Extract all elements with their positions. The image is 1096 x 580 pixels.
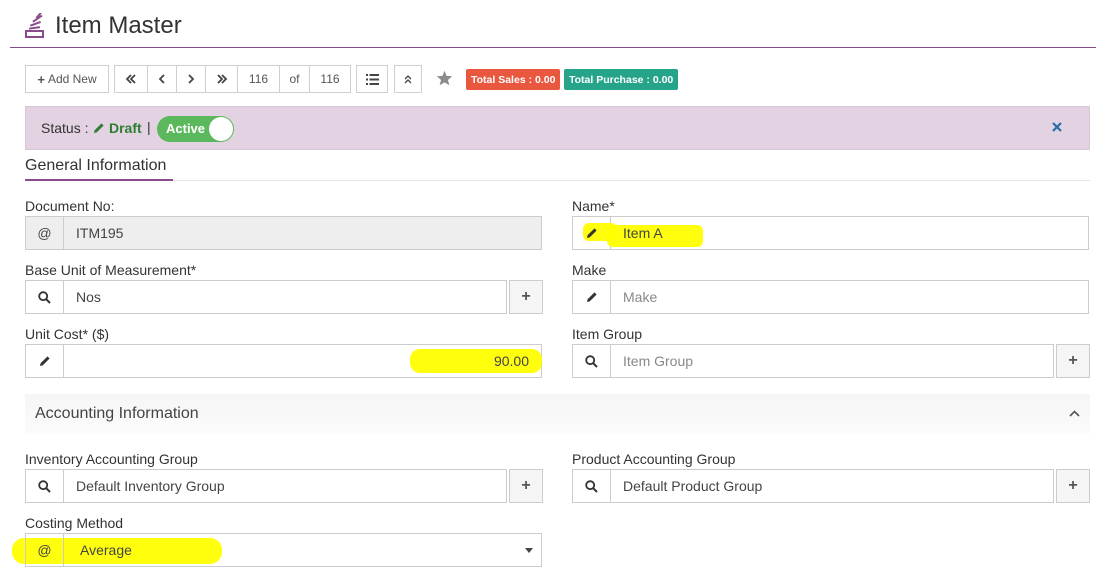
add-inventory-group-button[interactable]: +	[509, 469, 543, 503]
plus-icon: +	[521, 477, 531, 494]
collapse-button[interactable]	[394, 65, 422, 93]
document-no-value: ITM195	[64, 217, 541, 249]
costing-method-select[interactable]: @ Average	[25, 533, 542, 567]
item-group-input[interactable]: Item Group	[611, 345, 1053, 377]
draft-status: Draft	[93, 120, 142, 136]
plus-icon: +	[37, 71, 45, 87]
draft-label: Draft	[109, 120, 142, 136]
name-value: Item A	[623, 225, 663, 241]
unit-cost-field[interactable]: 90.00	[25, 344, 542, 378]
section-underline	[25, 179, 173, 181]
costing-method-value[interactable]: Average	[64, 534, 517, 566]
pencil-icon	[573, 281, 611, 313]
title-divider	[10, 47, 1096, 48]
active-toggle[interactable]: Active	[157, 116, 234, 142]
total-records: 116	[320, 72, 340, 86]
name-label: Name*	[572, 198, 615, 214]
make-input[interactable]: Make	[611, 281, 1088, 313]
chevron-up-icon[interactable]	[1065, 404, 1083, 422]
toggle-knob	[209, 117, 233, 141]
status-separator: |	[147, 119, 151, 135]
base-uom-field[interactable]: Nos	[25, 280, 507, 314]
document-no-label: Document No:	[25, 198, 115, 214]
last-record-button[interactable]	[206, 66, 238, 92]
inventory-group-field[interactable]: Default Inventory Group	[25, 469, 507, 503]
make-field[interactable]: Make	[572, 280, 1089, 314]
plus-icon: +	[1068, 477, 1078, 494]
chevron-right-icon	[188, 74, 195, 84]
add-new-label: Add New	[47, 72, 97, 86]
product-group-field[interactable]: Default Product Group	[572, 469, 1054, 503]
accounting-information-title: Accounting Information	[35, 405, 199, 422]
search-icon[interactable]	[573, 345, 611, 377]
status-label: Status :	[41, 120, 89, 136]
search-icon[interactable]	[26, 470, 64, 502]
costing-method-text: Average	[80, 542, 132, 558]
costing-method-label: Costing Method	[25, 515, 124, 531]
base-uom-label: Base Unit of Measurement*	[25, 262, 197, 278]
list-view-button[interactable]	[356, 65, 388, 93]
previous-record-button[interactable]	[148, 66, 177, 92]
name-field[interactable]: Item A	[572, 216, 1089, 250]
active-label: Active	[166, 121, 206, 136]
section-divider	[25, 180, 1090, 181]
accounting-section-header[interactable]: Accounting Information	[25, 394, 1090, 434]
unit-cost-label: Unit Cost* ($)	[25, 326, 110, 342]
double-chevron-up-icon	[404, 74, 412, 83]
search-icon[interactable]	[573, 470, 611, 502]
page-title: Item Master	[55, 12, 182, 39]
item-master-icon	[24, 13, 46, 39]
item-group-field[interactable]: Item Group	[572, 344, 1054, 378]
document-no-field: @ ITM195	[25, 216, 542, 250]
add-uom-button[interactable]: +	[509, 280, 543, 314]
name-input[interactable]: Item A	[607, 217, 1088, 249]
add-product-group-button[interactable]: +	[1056, 469, 1090, 503]
close-icon[interactable]	[1048, 118, 1066, 136]
caret-down-icon[interactable]	[517, 534, 541, 566]
search-icon[interactable]	[26, 281, 64, 313]
double-chevron-right-icon	[216, 74, 227, 84]
plus-icon: +	[521, 288, 531, 305]
at-icon: @	[26, 217, 64, 249]
inventory-group-label: Inventory Accounting Group	[25, 451, 198, 467]
pencil-icon	[573, 217, 617, 249]
inventory-group-input[interactable]: Default Inventory Group	[64, 470, 506, 502]
plus-icon: +	[1068, 352, 1078, 369]
unit-cost-input[interactable]: 90.00	[64, 345, 542, 377]
status-bar: Status : Draft | Active	[25, 106, 1090, 150]
record-navigator: 116 of 116	[114, 65, 351, 93]
favorite-star-icon[interactable]	[434, 68, 454, 88]
current-record-input[interactable]: 116	[238, 66, 280, 92]
unit-cost-value: 90.00	[493, 353, 529, 369]
make-label: Make	[572, 262, 607, 278]
pencil-icon	[94, 123, 104, 133]
total-purchase-badge: Total Purchase : 0.00	[564, 69, 679, 90]
add-item-group-button[interactable]: +	[1056, 344, 1090, 378]
at-icon: @	[26, 534, 64, 566]
of-label: of	[280, 66, 310, 92]
item-group-label: Item Group	[572, 326, 643, 342]
base-uom-input[interactable]: Nos	[64, 281, 506, 313]
pencil-icon	[26, 345, 64, 377]
product-group-input[interactable]: Default Product Group	[611, 470, 1053, 502]
product-group-label: Product Accounting Group	[572, 451, 736, 467]
double-chevron-left-icon	[125, 74, 136, 84]
list-icon	[365, 73, 379, 85]
next-record-button[interactable]	[177, 66, 206, 92]
general-information-title: General Information	[25, 157, 167, 174]
first-record-button[interactable]	[115, 66, 148, 92]
chevron-left-icon	[158, 74, 165, 84]
total-sales-badge: Total Sales : 0.00	[466, 69, 561, 90]
add-new-button[interactable]: + Add New	[25, 65, 109, 93]
